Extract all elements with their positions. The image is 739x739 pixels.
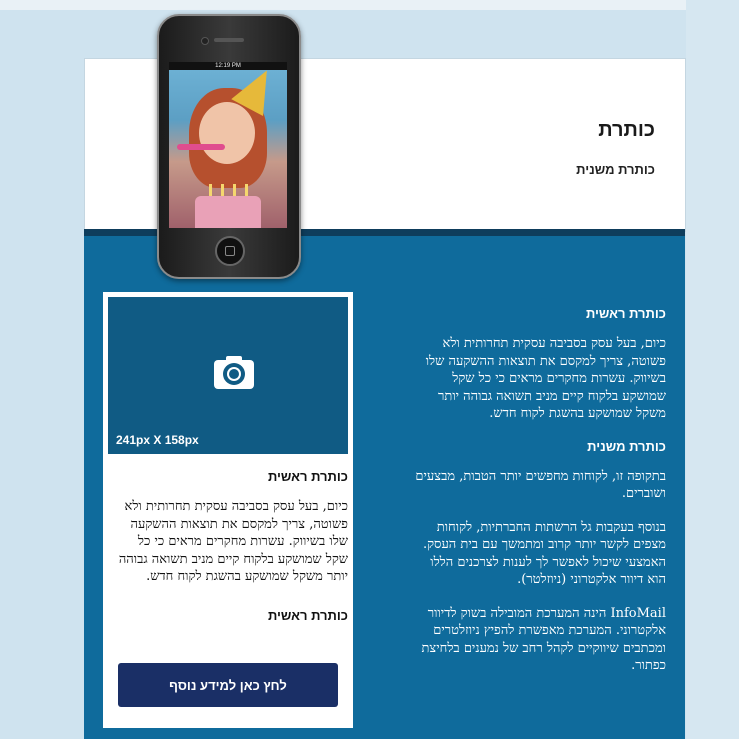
camera-icon bbox=[214, 356, 254, 389]
card-text: כיום, בעל עסק בסביבה עסקית תחרותית ולא פ… bbox=[118, 499, 348, 584]
phone-status-bar: 12:19 PM bbox=[169, 62, 287, 70]
right-column-paragraph-4: InfoMail הינה המערכת המובילה בשוק לדיוור… bbox=[421, 605, 667, 674]
phone-camera-icon bbox=[201, 37, 209, 45]
header-title: כותרת bbox=[598, 119, 655, 141]
image-size-label: 241px X 158px bbox=[116, 433, 199, 447]
right-column-subheading: כותרת משנית bbox=[587, 438, 666, 454]
header-subtitle: כותרת משנית bbox=[576, 162, 655, 177]
more-info-button[interactable]: לחץ כאן למידע נוסף bbox=[118, 663, 338, 707]
party-blower bbox=[177, 144, 225, 150]
right-column-paragraph-2: בתקופה זו, לקוחות מחפשים יותר הטבות, מבצ… bbox=[415, 468, 666, 502]
right-column-paragraph-3: בנוסף בעקבות גל הרשתות החברתיות, לקוחות … bbox=[422, 519, 666, 588]
phone-home-button bbox=[215, 236, 245, 266]
phone-image: 12:19 PM bbox=[157, 14, 301, 279]
birthday-cake bbox=[195, 196, 261, 228]
image-placeholder[interactable]: 241px X 158px bbox=[108, 297, 348, 454]
background-right bbox=[686, 0, 739, 739]
card-heading: כותרת ראשית bbox=[267, 469, 348, 484]
right-column-paragraph-1: כיום, בעל עסק בסביבה עסקית תחרותית ולא פ… bbox=[425, 336, 666, 421]
phone-screen: 12:19 PM bbox=[169, 62, 287, 228]
background-top bbox=[0, 0, 739, 10]
right-column: כותרת ראשית כיום, בעל עסק בסביבה עסקית ת… bbox=[410, 306, 666, 691]
card-heading-secondary: כותרת ראשית bbox=[267, 608, 348, 623]
photo-face bbox=[199, 102, 255, 164]
phone-speaker bbox=[214, 38, 244, 42]
side-card: 241px X 158px כותרת ראשית כיום, בעל עסק … bbox=[103, 292, 353, 728]
right-column-heading: כותרת ראשית bbox=[585, 306, 666, 321]
